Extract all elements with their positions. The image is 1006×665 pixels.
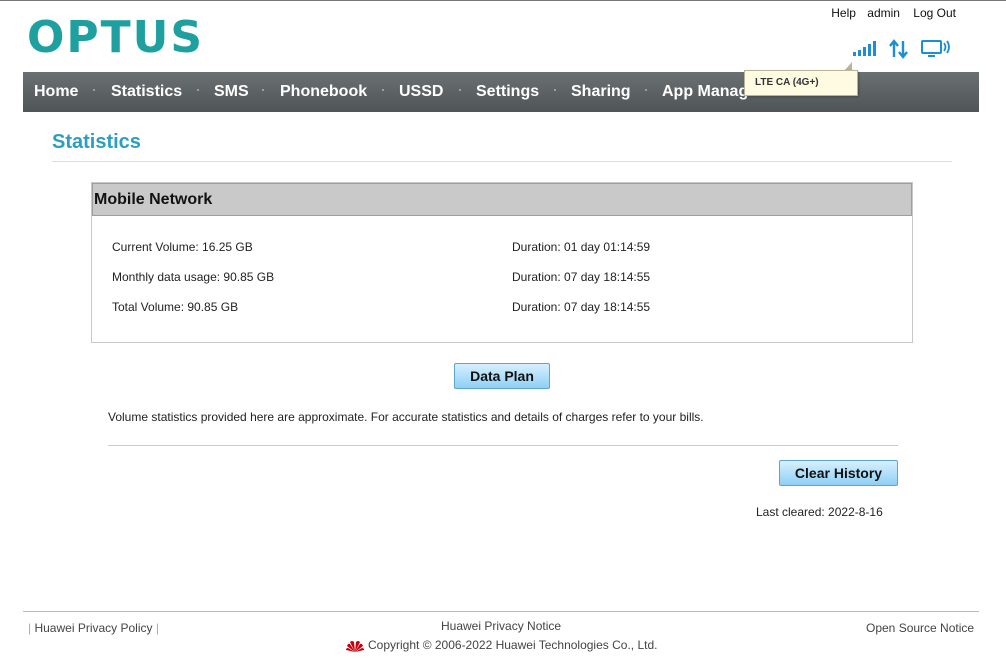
- volume-note: Volume statistics provided here are appr…: [108, 410, 704, 424]
- current-duration: Duration: 01 day 01:14:59: [512, 240, 651, 254]
- connected-device-icon[interactable]: [920, 38, 952, 60]
- nav-separator: [262, 89, 264, 91]
- mobile-network-panel: Mobile Network Current Volume: 16.25 GB …: [91, 182, 913, 343]
- window-top-border: [0, 0, 1006, 1]
- status-icons: [850, 38, 955, 62]
- nav-separator: [645, 89, 647, 91]
- page-title: Statistics: [52, 131, 141, 153]
- nav-app-management[interactable]: App Manag: [662, 72, 748, 112]
- signal-icon[interactable]: [852, 38, 880, 60]
- footer-separator: |: [28, 621, 32, 635]
- footer-separator: |: [155, 621, 159, 635]
- nav-sharing[interactable]: Sharing: [571, 72, 631, 112]
- optus-logo: OPTUS: [27, 12, 205, 63]
- clear-history-button[interactable]: Clear History: [779, 460, 898, 486]
- monthly-usage: Monthly data usage: 90.85 GB: [112, 270, 275, 284]
- current-volume: Current Volume: 16.25 GB: [112, 240, 253, 254]
- copyright-text: Copyright © 2006-2022 Huawei Technologie…: [368, 638, 658, 652]
- data-plan-button[interactable]: Data Plan: [454, 363, 550, 389]
- footer-left: | Huawei Privacy Policy |: [28, 621, 159, 635]
- user-link[interactable]: admin: [867, 6, 900, 20]
- nav-separator: [93, 89, 95, 91]
- privacy-policy-link[interactable]: Huawei Privacy Policy: [34, 621, 152, 635]
- footer-divider: [23, 611, 979, 612]
- nav-settings[interactable]: Settings: [476, 72, 539, 112]
- nav-separator: [382, 89, 384, 91]
- title-divider: [52, 161, 952, 162]
- nav-separator: [459, 89, 461, 91]
- total-duration: Duration: 07 day 18:14:55: [512, 300, 651, 314]
- huawei-logo-icon: [346, 640, 364, 652]
- privacy-notice-link[interactable]: Huawei Privacy Notice: [441, 619, 561, 633]
- signal-tooltip: LTE CA (4G+): [744, 70, 858, 96]
- monthly-duration: Duration: 07 day 18:14:55: [512, 270, 651, 284]
- last-cleared: Last cleared: 2022-8-16: [756, 505, 883, 519]
- nav-home[interactable]: Home: [34, 72, 78, 112]
- content-divider: [108, 445, 898, 446]
- nav-phonebook[interactable]: Phonebook: [280, 72, 367, 112]
- total-volume: Total Volume: 90.85 GB: [112, 300, 239, 314]
- nav-statistics[interactable]: Statistics: [111, 72, 182, 112]
- data-transfer-icon[interactable]: [888, 38, 910, 60]
- logout-link[interactable]: Log Out: [913, 6, 956, 20]
- nav-separator: [554, 89, 556, 91]
- top-links: Help admin Log Out: [823, 6, 956, 20]
- open-source-notice-link[interactable]: Open Source Notice: [866, 621, 974, 635]
- nav-separator: [197, 89, 199, 91]
- nav-ussd[interactable]: USSD: [399, 72, 443, 112]
- help-link[interactable]: Help: [831, 6, 856, 20]
- nav-sms[interactable]: SMS: [214, 72, 249, 112]
- panel-header: Mobile Network: [92, 183, 912, 216]
- copyright: Copyright © 2006-2022 Huawei Technologie…: [346, 638, 657, 653]
